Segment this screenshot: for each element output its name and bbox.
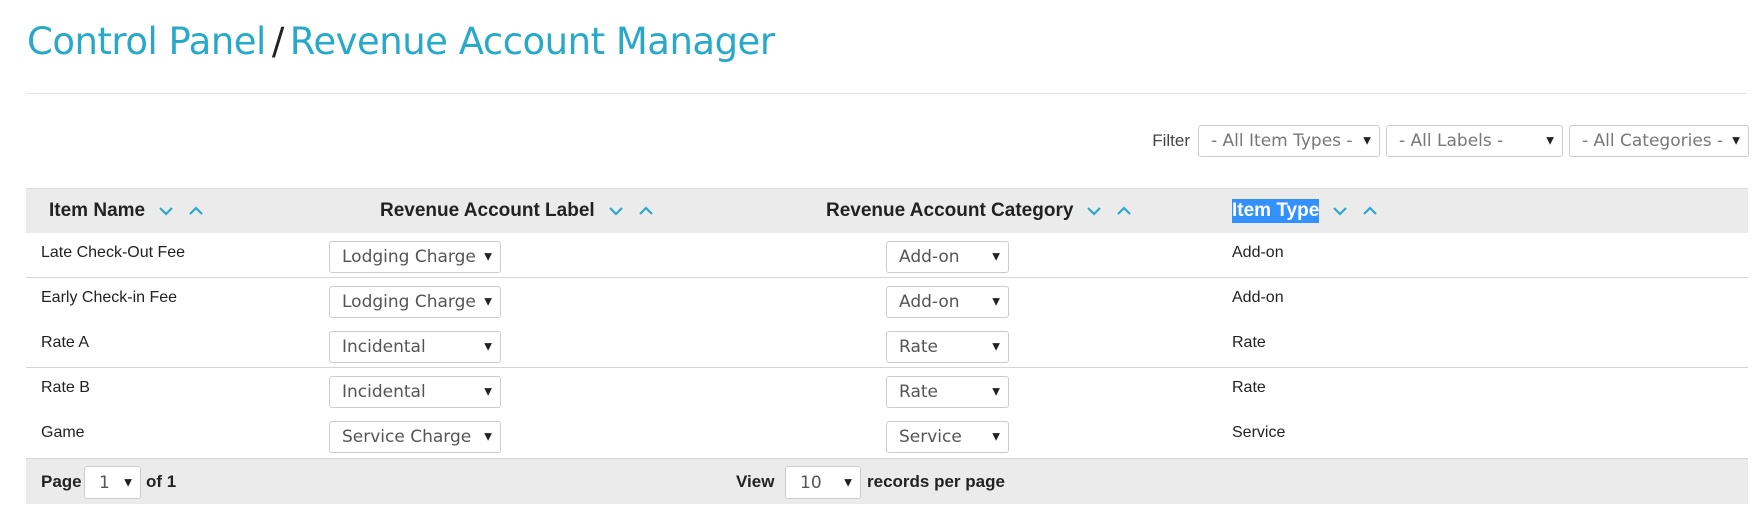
select-value: Service Charge xyxy=(342,427,472,447)
breadcrumb-separator: / xyxy=(271,20,284,63)
select-value: 1 xyxy=(99,472,110,493)
view-label: View xyxy=(736,472,775,491)
table-row: Rate A Incidental ▼ Rate ▼ Rate xyxy=(26,323,1748,368)
sort-descending-icon[interactable] xyxy=(603,198,629,224)
select-value: Incidental xyxy=(342,382,426,402)
dropdown-arrow-icon: ▼ xyxy=(844,477,852,488)
page-count-label: of 1 xyxy=(146,472,177,491)
select-value: Rate xyxy=(899,337,938,357)
item-type-cell: Rate xyxy=(1232,379,1266,396)
item-type-cell: Add-on xyxy=(1232,244,1284,261)
page-number-select[interactable]: 1 ▼ xyxy=(84,466,141,499)
revenue-account-manager-page: Control Panel / Revenue Account Manager Fi… xyxy=(0,0,1755,519)
column-header-label: Revenue Account Label xyxy=(380,200,595,221)
item-name-cell: Early Check-in Fee xyxy=(41,289,178,306)
sort-ascending-icon[interactable] xyxy=(183,198,209,224)
select-value: Add-on xyxy=(899,292,960,312)
column-header-item-name: Item Name xyxy=(49,189,209,233)
revenue-account-label-select[interactable]: Incidental ▼ xyxy=(329,376,501,408)
category-filter-value: - All Categories - xyxy=(1582,131,1724,151)
sort-ascending-icon[interactable] xyxy=(633,198,659,224)
dropdown-arrow-icon: ▼ xyxy=(484,431,492,443)
column-header-item-type: Item Type xyxy=(1232,189,1383,233)
breadcrumb-control-panel-link[interactable]: Control Panel xyxy=(27,20,266,63)
item-name-cell: Game xyxy=(41,424,85,441)
dropdown-arrow-icon: ▼ xyxy=(484,296,492,308)
column-header-label: Item Type xyxy=(1232,199,1320,223)
records-per-page-label: records per page xyxy=(867,472,1005,491)
select-value: Lodging Charge xyxy=(342,292,476,312)
item-type-filter-value: - All Item Types - xyxy=(1211,131,1353,151)
select-value: Rate xyxy=(899,382,938,402)
dropdown-arrow-icon: ▼ xyxy=(484,251,492,263)
revenue-account-label-select[interactable]: Incidental ▼ xyxy=(329,331,501,363)
revenue-account-category-select[interactable]: Rate ▼ xyxy=(886,376,1009,408)
pagination-bar: Page 1 ▼ of 1 View 10 ▼ records per page xyxy=(26,458,1748,504)
dropdown-arrow-icon: ▼ xyxy=(124,477,132,488)
table-row: Late Check-Out Fee Lodging Charge ▼ Add-… xyxy=(26,233,1748,278)
table-row: Rate B Incidental ▼ Rate ▼ Rate xyxy=(26,368,1748,413)
records-per-page-select[interactable]: 10 ▼ xyxy=(785,466,861,499)
item-type-cell: Service xyxy=(1232,424,1286,441)
sort-descending-icon[interactable] xyxy=(1081,198,1107,224)
sort-descending-icon[interactable] xyxy=(153,198,179,224)
item-type-filter-select[interactable]: - All Item Types - ▼ xyxy=(1198,125,1380,157)
select-value: Lodging Charge xyxy=(342,247,476,267)
column-header-label: Item Name xyxy=(49,200,146,221)
breadcrumb: Control Panel / Revenue Account Manager xyxy=(27,20,775,63)
item-name-cell: Rate B xyxy=(41,379,90,396)
sort-descending-icon[interactable] xyxy=(1327,198,1353,224)
column-header-label: Revenue Account Category xyxy=(826,200,1074,221)
page-label: Page xyxy=(41,472,82,491)
label-filter-select[interactable]: - All Labels - ▼ xyxy=(1386,125,1563,157)
revenue-account-category-select[interactable]: Rate ▼ xyxy=(886,331,1009,363)
select-value: Add-on xyxy=(899,247,960,267)
table-header: Item Name Revenue Account Label Revenue … xyxy=(26,188,1748,233)
header-divider xyxy=(27,93,1747,94)
dropdown-arrow-icon: ▼ xyxy=(992,431,1000,443)
revenue-accounts-table: Item Name Revenue Account Label Revenue … xyxy=(26,188,1748,504)
revenue-account-category-select[interactable]: Add-on ▼ xyxy=(886,286,1009,318)
item-name-cell: Rate A xyxy=(41,334,90,351)
category-filter-select[interactable]: - All Categories - ▼ xyxy=(1569,125,1749,157)
sort-ascending-icon[interactable] xyxy=(1357,198,1383,224)
breadcrumb-revenue-account-manager-link[interactable]: Revenue Account Manager xyxy=(290,20,775,63)
column-header-revenue-account-category: Revenue Account Category xyxy=(826,189,1137,233)
select-value: Incidental xyxy=(342,337,426,357)
revenue-account-category-select[interactable]: Add-on ▼ xyxy=(886,241,1009,273)
dropdown-arrow-icon: ▼ xyxy=(484,386,492,398)
dropdown-arrow-icon: ▼ xyxy=(992,251,1000,263)
select-value: 10 xyxy=(800,472,822,493)
filter-bar: Filter - All Item Types - ▼ - All Labels… xyxy=(1152,125,1749,157)
revenue-account-label-select[interactable]: Lodging Charge ▼ xyxy=(329,286,501,318)
dropdown-arrow-icon: ▼ xyxy=(992,386,1000,398)
item-name-cell: Late Check-Out Fee xyxy=(41,244,186,261)
label-filter-value: - All Labels - xyxy=(1399,131,1504,151)
column-header-revenue-account-label: Revenue Account Label xyxy=(380,189,659,233)
sort-ascending-icon[interactable] xyxy=(1111,198,1137,224)
table-row: Early Check-in Fee Lodging Charge ▼ Add-… xyxy=(26,278,1748,323)
select-value: Service xyxy=(899,427,962,447)
dropdown-arrow-icon: ▼ xyxy=(484,341,492,353)
dropdown-arrow-icon: ▼ xyxy=(992,341,1000,353)
revenue-account-category-select[interactable]: Service ▼ xyxy=(886,421,1009,453)
table-body: Late Check-Out Fee Lodging Charge ▼ Add-… xyxy=(26,233,1748,458)
revenue-account-label-select[interactable]: Service Charge ▼ xyxy=(329,421,501,453)
dropdown-arrow-icon: ▼ xyxy=(1363,135,1371,147)
dropdown-arrow-icon: ▼ xyxy=(1732,135,1740,147)
item-type-cell: Rate xyxy=(1232,334,1266,351)
dropdown-arrow-icon: ▼ xyxy=(1546,135,1554,147)
filter-label: Filter xyxy=(1152,131,1190,150)
table-row: Game Service Charge ▼ Service ▼ Service xyxy=(26,413,1748,458)
revenue-account-label-select[interactable]: Lodging Charge ▼ xyxy=(329,241,501,273)
item-type-cell: Add-on xyxy=(1232,289,1284,306)
dropdown-arrow-icon: ▼ xyxy=(992,296,1000,308)
